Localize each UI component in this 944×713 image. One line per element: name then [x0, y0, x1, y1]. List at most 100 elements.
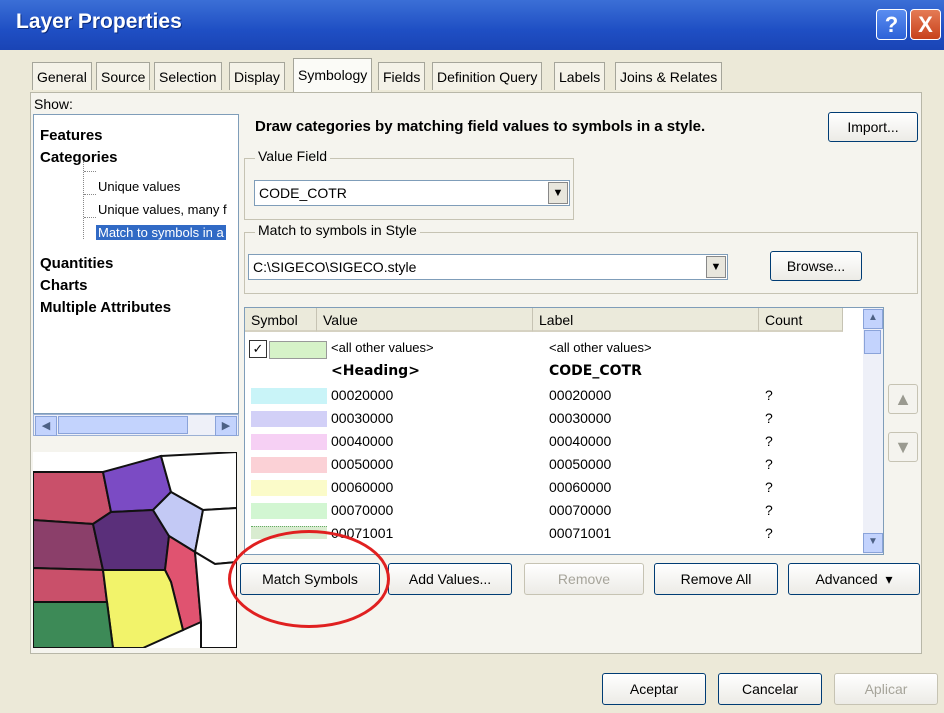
row-value: 00020000 — [331, 387, 394, 403]
import-button[interactable]: Import... — [828, 112, 918, 142]
symbol-swatch[interactable] — [251, 503, 327, 519]
table-row[interactable]: 00071001 00071001 ? — [245, 523, 845, 545]
show-tree: Features Categories Unique values Unique… — [33, 114, 239, 414]
table-row[interactable]: 00040000 00040000 ? — [245, 431, 845, 453]
scroll-thumb[interactable] — [864, 330, 881, 354]
tree-item-quantities[interactable]: Quantities — [40, 255, 113, 272]
row-value: 00040000 — [331, 433, 394, 449]
remove-button[interactable]: Remove — [524, 563, 644, 595]
tree-item-unique-values-many[interactable]: Unique values, many f — [98, 202, 227, 217]
match-symbols-button[interactable]: Match Symbols — [240, 563, 380, 595]
tree-item-unique-values[interactable]: Unique values — [98, 179, 180, 194]
table-row[interactable]: <Heading> CODE_COTR — [245, 361, 845, 383]
tab-labels[interactable]: Labels — [554, 62, 606, 90]
tree-horizontal-scrollbar[interactable]: ◀ ▶ — [33, 414, 239, 436]
tree-item-multiple-attributes[interactable]: Multiple Attributes — [40, 299, 171, 316]
row-value: 00060000 — [331, 479, 394, 495]
advanced-button[interactable]: Advanced ▾ — [788, 563, 920, 595]
symbol-swatch[interactable] — [251, 526, 327, 539]
row-label: 00040000 — [549, 433, 612, 449]
row-label: 00070000 — [549, 502, 612, 518]
row-label: 00050000 — [549, 456, 612, 472]
tab-display[interactable]: Display — [229, 62, 285, 90]
tab-general[interactable]: General — [32, 62, 92, 90]
tree-item-charts[interactable]: Charts — [40, 277, 88, 294]
tab-joins-relates[interactable]: Joins & Relates — [615, 62, 723, 90]
help-button[interactable]: ? — [876, 9, 907, 40]
value-field-label: Value Field — [255, 148, 331, 164]
tree-line — [83, 161, 84, 239]
scroll-down-icon[interactable]: ▼ — [863, 533, 883, 553]
tree-item-categories[interactable]: Categories — [40, 149, 118, 166]
row-count: ? — [765, 456, 773, 472]
checkbox-checked-icon[interactable]: ✓ — [249, 340, 267, 358]
scroll-thumb[interactable] — [58, 416, 188, 434]
tree-item-match-to-symbols[interactable]: Match to symbols in a — [96, 225, 226, 240]
table-row[interactable]: ✓ <all other values> <all other values> — [245, 338, 845, 360]
symbol-value-list[interactable]: Symbol Value Label Count ✓ <all other va… — [244, 307, 884, 555]
title-bar[interactable]: Layer Properties ? X — [0, 0, 944, 50]
row-label: 00020000 — [549, 387, 612, 403]
chevron-down-icon[interactable]: ▼ — [706, 256, 726, 278]
close-button[interactable]: X — [910, 9, 941, 40]
row-count: ? — [765, 410, 773, 426]
symbol-swatch[interactable] — [251, 411, 327, 427]
table-row[interactable]: 00020000 00020000 ? — [245, 385, 845, 407]
window-title: Layer Properties — [16, 10, 182, 33]
symbol-swatch[interactable] — [251, 434, 327, 450]
scroll-up-icon[interactable]: ▲ — [863, 309, 883, 329]
table-row[interactable]: 00070000 00070000 ? — [245, 500, 845, 522]
column-header-count[interactable]: Count — [759, 308, 843, 332]
advanced-label: Advanced — [815, 571, 878, 587]
browse-button[interactable]: Browse... — [770, 251, 862, 281]
remove-all-button[interactable]: Remove All — [654, 563, 778, 595]
table-row[interactable]: 00050000 00050000 ? — [245, 454, 845, 476]
row-value: 00030000 — [331, 410, 394, 426]
cancel-button[interactable]: Cancelar — [718, 673, 822, 705]
symbol-swatch[interactable] — [251, 388, 327, 404]
scroll-left-icon[interactable]: ◀ — [35, 416, 57, 436]
row-value: 00070000 — [331, 502, 394, 518]
row-value: 00071001 — [331, 525, 394, 541]
style-path-value: C:\SIGECO\SIGECO.style — [253, 259, 417, 275]
tab-fields[interactable]: Fields — [378, 62, 426, 90]
tab-selection[interactable]: Selection — [154, 62, 222, 90]
list-vertical-scrollbar[interactable]: ▲ ▼ — [863, 308, 883, 554]
table-row[interactable]: 00030000 00030000 ? — [245, 408, 845, 430]
tree-line — [84, 217, 96, 218]
symbol-swatch[interactable] — [269, 341, 327, 359]
move-up-icon[interactable]: ▲ — [888, 384, 918, 414]
tree-line — [84, 194, 96, 195]
chevron-down-icon: ▾ — [881, 571, 893, 587]
tab-source[interactable]: Source — [96, 62, 151, 90]
row-count: ? — [765, 433, 773, 449]
column-header-label[interactable]: Label — [533, 308, 759, 332]
move-down-icon[interactable]: ▼ — [888, 432, 918, 462]
row-value: <all other values> — [331, 340, 434, 355]
row-label: CODE_COTR — [549, 363, 642, 379]
row-value: <Heading> — [331, 363, 420, 379]
style-path-select[interactable]: C:\SIGECO\SIGECO.style ▼ — [248, 254, 728, 280]
layer-properties-window: Layer Properties ? X General Source Sele… — [0, 0, 944, 713]
chevron-down-icon[interactable]: ▼ — [548, 182, 568, 204]
value-field-value: CODE_COTR — [259, 185, 347, 201]
row-label: 00060000 — [549, 479, 612, 495]
style-label: Match to symbols in Style — [255, 222, 420, 238]
symbology-description: Draw categories by matching field values… — [255, 118, 706, 135]
ok-button[interactable]: Aceptar — [602, 673, 706, 705]
show-label: Show: — [34, 96, 73, 112]
tree-line — [84, 171, 96, 172]
scroll-right-icon[interactable]: ▶ — [215, 416, 237, 436]
tab-definition-query[interactable]: Definition Query — [432, 62, 543, 90]
row-value: 00050000 — [331, 456, 394, 472]
table-row[interactable]: 00060000 00060000 ? — [245, 477, 845, 499]
column-header-symbol[interactable]: Symbol — [245, 308, 317, 332]
tree-item-features[interactable]: Features — [40, 127, 103, 144]
column-header-value[interactable]: Value — [317, 308, 533, 332]
tab-symbology[interactable]: Symbology — [293, 58, 373, 92]
add-values-button[interactable]: Add Values... — [388, 563, 512, 595]
value-field-select[interactable]: CODE_COTR ▼ — [254, 180, 570, 206]
symbol-swatch[interactable] — [251, 480, 327, 496]
apply-button[interactable]: Aplicar — [834, 673, 938, 705]
symbol-swatch[interactable] — [251, 457, 327, 473]
